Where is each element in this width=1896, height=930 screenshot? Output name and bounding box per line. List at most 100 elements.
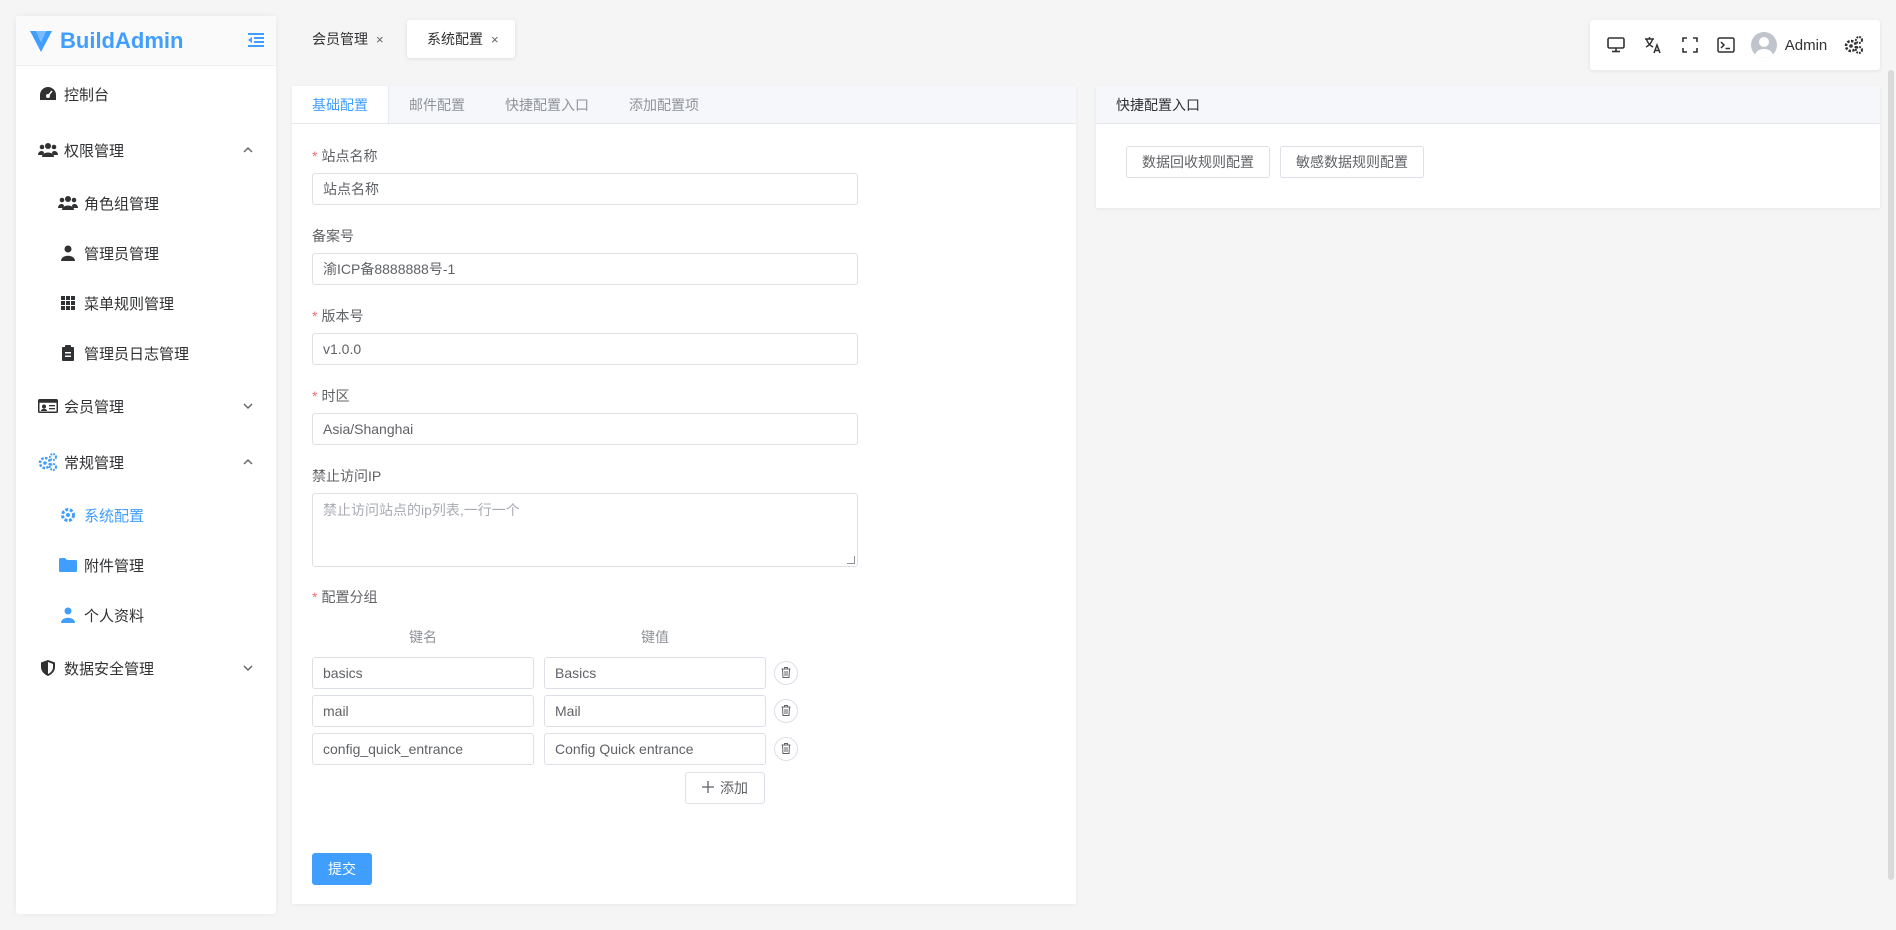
fullscreen-icon[interactable]: [1671, 25, 1708, 65]
sidebar-item-label: 管理员管理: [84, 245, 160, 263]
forbidden-ip-label: 禁止访问IP: [312, 468, 382, 484]
sidebar-item-dashboard[interactable]: 控制台: [16, 74, 276, 114]
tab-basic-config[interactable]: 基础配置: [292, 86, 389, 123]
sidebar-item-data-security[interactable]: 数据安全管理: [16, 648, 276, 688]
plus-icon: [702, 780, 714, 796]
config-card: 基础配置 邮件配置 快捷配置入口 添加配置项 * 站点名称 站点名称 备案号 渝I…: [292, 86, 1076, 904]
forbidden-ip-textarea[interactable]: 禁止访问站点的ip列表,一行一个: [312, 493, 858, 567]
sidebar-item-label: 管理员日志管理: [84, 345, 190, 363]
site-name-input[interactable]: 站点名称: [312, 173, 858, 205]
user-menu[interactable]: Admin: [1750, 32, 1828, 58]
version-input[interactable]: v1.0.0: [312, 333, 858, 365]
logo-icon: [30, 30, 52, 52]
sidebar-item-menu-rules[interactable]: 菜单规则管理: [16, 283, 276, 323]
sidebar-item-label: 菜单规则管理: [84, 295, 175, 313]
tab-label: 会员管理: [312, 31, 368, 47]
page-scrollbar[interactable]: [1888, 70, 1894, 880]
group-value-input[interactable]: Mail: [544, 695, 766, 727]
tab-quick-entrance[interactable]: 快捷配置入口: [485, 86, 609, 123]
sensitive-data-rule-button[interactable]: 敏感数据规则配置: [1280, 146, 1424, 178]
sidebar-item-attachment[interactable]: 附件管理: [16, 545, 276, 585]
data-recycle-rule-button[interactable]: 数据回收规则配置: [1126, 146, 1270, 178]
add-group-button[interactable]: 添加: [685, 772, 765, 804]
tab-member[interactable]: 会员管理 ×: [292, 20, 400, 58]
grid-icon: [58, 293, 78, 313]
group-key-input[interactable]: basics: [312, 657, 534, 689]
tab-mail-config[interactable]: 邮件配置: [389, 86, 485, 123]
sidebar: BuildAdmin 控制台 权限管理 角色组管理 管理员管理 菜单规则管理 管…: [16, 16, 276, 914]
resize-handle[interactable]: [847, 556, 855, 564]
brand-name: BuildAdmin: [60, 27, 184, 53]
shield-icon: [38, 658, 58, 678]
sidebar-item-role-group[interactable]: 角色组管理: [16, 183, 276, 223]
sidebar-item-label: 控制台: [64, 86, 110, 104]
id-card-icon: [38, 396, 58, 416]
quick-entrance-card: 快捷配置入口 数据回收规则配置 敏感数据规则配置: [1096, 86, 1880, 208]
users-icon: [58, 193, 78, 213]
terminal-icon[interactable]: [1708, 25, 1745, 65]
timezone-label: * 时区: [312, 388, 350, 404]
timezone-input[interactable]: Asia/Shanghai: [312, 413, 858, 445]
menu-fold-icon[interactable]: [246, 30, 266, 54]
sidebar-item-label: 个人资料: [84, 607, 145, 625]
cogs-icon[interactable]: [1835, 25, 1872, 65]
sidebar-item-member[interactable]: 会员管理: [16, 386, 276, 426]
key-header: 键名: [409, 629, 437, 645]
sidebar-item-label: 权限管理: [64, 142, 125, 160]
delete-button[interactable]: [774, 699, 798, 723]
username: Admin: [1784, 36, 1828, 54]
translate-icon[interactable]: [1635, 25, 1672, 65]
tab-label: 系统配置: [427, 31, 483, 47]
folder-icon: [58, 555, 78, 575]
trash-icon: [781, 665, 791, 682]
cogs-icon: [38, 452, 58, 472]
sidebar-item-label: 系统配置: [84, 507, 145, 525]
sidebar-item-label: 附件管理: [84, 557, 145, 575]
avatar: [1750, 32, 1777, 58]
delete-button[interactable]: [774, 661, 798, 685]
quick-entrance-title: 快捷配置入口: [1096, 86, 1880, 124]
record-label: 备案号: [312, 228, 354, 244]
monitor-icon[interactable]: [1598, 25, 1635, 65]
chevron-down-icon: [242, 661, 254, 678]
sidebar-item-admin[interactable]: 管理员管理: [16, 233, 276, 273]
sidebar-item-admin-log[interactable]: 管理员日志管理: [16, 333, 276, 373]
chevron-down-icon: [242, 399, 254, 416]
value-header: 键值: [641, 629, 669, 645]
trash-icon: [781, 703, 791, 720]
clipboard-icon: [58, 343, 78, 363]
forbidden-ip-placeholder: 禁止访问站点的ip列表,一行一个: [323, 502, 520, 518]
close-icon[interactable]: ×: [491, 32, 499, 47]
tab-add-config-item[interactable]: 添加配置项: [609, 86, 719, 123]
sidebar-item-label: 会员管理: [64, 398, 125, 416]
trash-icon: [781, 741, 791, 758]
group-value-input[interactable]: Basics: [544, 657, 766, 689]
dashboard-icon: [38, 84, 58, 104]
group-key-input[interactable]: mail: [312, 695, 534, 727]
chevron-up-icon: [242, 455, 254, 472]
sidebar-item-general[interactable]: 常规管理: [16, 442, 276, 482]
add-label: 添加: [720, 780, 748, 796]
group-value-input[interactable]: Config Quick entrance: [544, 733, 766, 765]
nav-toolbar: Admin: [1590, 20, 1880, 70]
sidebar-item-profile[interactable]: 个人资料: [16, 595, 276, 635]
logo: BuildAdmin: [16, 16, 276, 66]
chevron-up-icon: [242, 143, 254, 160]
sidebar-item-system-config[interactable]: 系统配置: [16, 495, 276, 535]
users-icon: [38, 140, 58, 160]
user-icon: [58, 243, 78, 263]
group-label: * 配置分组: [312, 589, 378, 605]
sidebar-item-label: 角色组管理: [84, 195, 160, 213]
group-key-input[interactable]: config_quick_entrance: [312, 733, 534, 765]
sidebar-item-label: 常规管理: [64, 454, 125, 472]
user-icon: [58, 605, 78, 625]
sidebar-item-label: 数据安全管理: [64, 660, 155, 678]
gear-icon: [58, 505, 78, 525]
delete-button[interactable]: [774, 737, 798, 761]
close-icon[interactable]: ×: [376, 32, 384, 47]
record-input[interactable]: 渝ICP备8888888号-1: [312, 253, 858, 285]
site-name-label: * 站点名称: [312, 148, 378, 164]
tab-system-config[interactable]: 系统配置 ×: [407, 20, 515, 58]
sidebar-item-permission[interactable]: 权限管理: [16, 130, 276, 170]
submit-button[interactable]: 提交: [312, 853, 372, 885]
